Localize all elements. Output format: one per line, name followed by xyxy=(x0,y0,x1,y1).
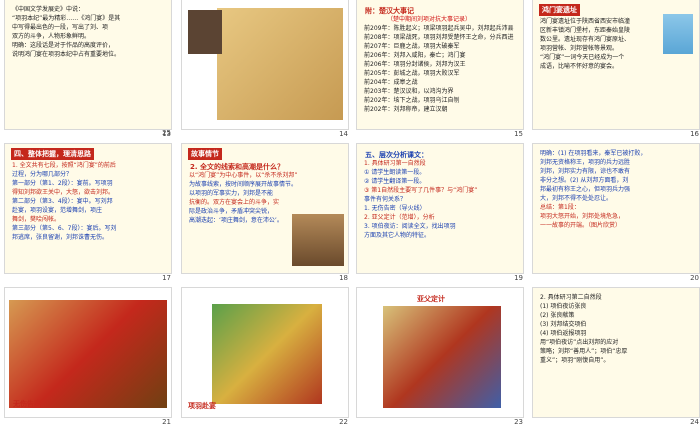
slide-thumbnail[interactable]: 项羽赴宴 xyxy=(182,288,348,417)
text-line: 前206年：项羽分封诸侯，刘邦为汉王 xyxy=(364,61,466,68)
text-line: 以“鸿门宴”为中心事件，以“杀不杀刘邦” xyxy=(189,172,298,179)
text-line: 事件有何关系？ xyxy=(364,196,407,203)
text-line: 前202年：刘邦称帝，建立汉朝 xyxy=(364,106,448,113)
text-line: 第一部分（第1、2段）：宴前。写项羽 xyxy=(12,180,113,187)
slide-thumbnail[interactable]: 《中国文学发展史》中说： “项羽本纪”最为精彩……《鸿门宴》是其 中写得最出色的一段… xyxy=(5,0,171,129)
text-line: 前203年：楚汉议和，以鸿沟为界 xyxy=(364,88,454,95)
slide-thumbnail[interactable]: 鸿门宴遗址 鸿门宴遗址位于陕西省西安市临潼 区新丰镇鸿门堡村，东距秦始皇陵 数公里。遗… xyxy=(533,0,699,129)
text-line: 策略；刘邦“善用人”；项伯“忠厚 xyxy=(540,348,628,355)
slide-thumbnail[interactable]: 无伤告密 xyxy=(5,288,171,417)
text-line: 刘邦，刘邦实力有限，谅也不敢有 xyxy=(540,168,631,175)
text-line: (4) 项伯返报项羽 xyxy=(540,330,587,337)
text-line: ③ 第1自然段主要写了几件事？与“鸿门宴” xyxy=(364,187,478,194)
slide-number: 23 xyxy=(514,418,523,426)
text-line: 项羽大怒开始，刘邦处境危急， xyxy=(540,213,625,220)
text-line: 2. 亚父定计（范增），分析 xyxy=(364,214,435,221)
text-line: (3) 刘邦结交项伯 xyxy=(540,321,587,328)
monument-image xyxy=(663,14,693,54)
text-line: 双方的斗争，人物形象鲜明。 xyxy=(12,33,91,40)
slide-thumbnail[interactable]: 四、整体把握，理清思路 1. 全文共有七段，按照“鸿门宴”的前后 过程，分为哪几部分… xyxy=(5,144,171,273)
section-tag: 故事情节 xyxy=(188,148,222,160)
slide-number: 16 xyxy=(690,130,699,138)
text-line: 说明鸿门宴在项羽本纪中占有重要地位。 xyxy=(12,51,121,58)
text-line: 前202年：垓下之战，项羽乌江自刎 xyxy=(364,97,460,104)
slide-number: 22 xyxy=(339,418,348,426)
text-line: 赴宴，项羽设宴，范增舞剑，项庄 xyxy=(12,207,103,214)
slide-thumbnail[interactable] xyxy=(182,0,348,129)
text-line: 用“项伯夜访”点出刘邦的应对 xyxy=(540,339,619,346)
slide-thumbnail[interactable]: 2. 具体研习第二自然段 (1) 项伯夜访张良 (2) 张良献策 (3) 刘邦结… xyxy=(533,288,699,417)
slide-number: 14 xyxy=(339,130,348,138)
slide-number: 15 xyxy=(514,130,523,138)
slide-number: 20 xyxy=(690,274,699,282)
text-line: 明确：(1) 在项羽看来，秦军已被打败， xyxy=(540,150,647,157)
slide-number: 19 xyxy=(514,274,523,282)
text-line: 得知刘邦欲王关中，大怒，欲击刘邦。 xyxy=(12,189,115,196)
text-line: “鸿门宴”一词今天已经成为一个 xyxy=(540,54,625,61)
text-line: 前205年：彭城之战，项羽大败汉军 xyxy=(364,70,460,77)
text-line: 1. 具体研习第一自然段 xyxy=(364,160,426,167)
slide-title: 五、层次分析课文： xyxy=(365,151,428,159)
soldiers-image xyxy=(292,214,344,266)
slide-number: 21 xyxy=(162,418,171,426)
text-line: 第三部分（第5、6、7段）：宴后。写刘 xyxy=(12,225,117,232)
slide-number: 18 xyxy=(339,274,348,282)
image-caption: 亚父定计 xyxy=(417,295,445,303)
story-illustration xyxy=(9,300,167,408)
text-line: 前204年：成皋之战 xyxy=(364,79,418,86)
text-line: 前207年：巨鹿之战，项羽大破秦军 xyxy=(364,43,460,50)
text-line: 中写得最出色的一段，写出了刘、项 xyxy=(12,24,109,31)
text-line: 3. 项伯夜访：阅读全文，找出项羽 xyxy=(364,223,456,230)
text-line: “项羽本纪”最为精彩……《鸿门宴》是其 xyxy=(12,15,121,22)
text-line: 方面及其它人物的特征。 xyxy=(364,232,431,239)
portrait-image xyxy=(188,10,222,54)
text-line: 前208年：项梁战死，项羽刘邦受楚怀王之命，分兵西进 xyxy=(364,34,514,41)
text-line: 抗衡的。双方在宴会上的斗争，实 xyxy=(189,199,280,206)
text-line: ① 请学生朗读第一段。 xyxy=(364,169,426,176)
text-line: 前209年：陈胜起义；项梁项羽起兵吴中，刘邦起兵沛县 xyxy=(364,25,514,32)
section-tag: 鸿门宴遗址 xyxy=(539,4,580,16)
text-line: 一一故事的开端。（图片欣赏） xyxy=(540,222,622,229)
text-line: 明确：这段话是对于作品的高度评价， xyxy=(12,42,115,49)
slide-title: 附：楚汉大事记 xyxy=(365,7,414,15)
slide-thumbnail[interactable]: 附：楚汉大事记 （楚中期间刘项对抗大事记录） 前209年：陈胜起义；项梁项羽起兵吴中… xyxy=(357,0,523,129)
text-line: 成语，比喻不怀好意的宴会。 xyxy=(540,63,619,70)
slide-subtitle: （楚中期间刘项对抗大事记录） xyxy=(387,16,472,23)
text-line: 邦逃席，张良留谢，刘邦诛曹无伤。 xyxy=(12,234,109,241)
text-line: (1) 项伯夜访张良 xyxy=(540,303,587,310)
text-line: 过程，分为哪几部分？ xyxy=(12,171,73,178)
slide-thumbnail[interactable]: 五、层次分析课文： 1. 具体研习第一自然段 ① 请学生朗读第一段。 ② 请学生翻… xyxy=(357,144,523,273)
slide-number: 25 xyxy=(162,129,171,137)
image-caption: 项羽赴宴 xyxy=(188,402,216,410)
text-line: 第二部分（第3、4段）：宴中。写刘邦 xyxy=(12,198,113,205)
map-image xyxy=(217,8,343,120)
image-caption: 无伤告密 xyxy=(13,400,41,408)
story-illustration xyxy=(212,304,322,404)
section-tag: 四、整体把握，理清思路 xyxy=(11,148,94,160)
text-line: 2. 具体研习第二自然段 xyxy=(540,294,602,301)
text-line: 邦最初有称王之心，但项羽兵力强 xyxy=(540,186,631,193)
slide-number: 17 xyxy=(162,274,171,282)
text-line: 1. 无伤告密（导火线） xyxy=(364,205,426,212)
slide-thumbnail[interactable]: 明确：(1) 在项羽看来，秦军已被打败， 刘邦无资格称王，项羽的兵力远胜 刘邦，刘邦… xyxy=(533,144,699,273)
text-line: 重义”；项羽“刚愎自用”。 xyxy=(540,357,610,364)
text-line: 刘邦无资格称王，项羽的兵力远胜 xyxy=(540,159,631,166)
slide-thumbnail[interactable]: 故事情节 2. 全文的线索和高潮是什么？ 以“鸿门宴”为中心事件，以“杀不杀刘邦” 为… xyxy=(182,144,348,273)
text-line: 《中国文学发展史》中说： xyxy=(12,6,85,13)
text-line: 1. 全文共有七段，按照“鸿门宴”的前后 xyxy=(12,162,116,169)
slide-thumbnail[interactable]: 亚父定计 xyxy=(357,288,523,417)
text-line: 总结：第1段： xyxy=(540,204,580,211)
text-line: 前206年：刘邦入咸阳，秦亡；鸿门宴 xyxy=(364,52,466,59)
story-illustration xyxy=(383,306,501,408)
text-line: 大，刘邦不得不处处忍让。 xyxy=(540,195,613,202)
text-line: (2) 张良献策 xyxy=(540,312,575,319)
text-line: 非分之想。(2) 从刘邦方面看，刘 xyxy=(540,177,629,184)
slide-number: 24 xyxy=(690,418,699,426)
text-line: 以项羽的军事实力，刘邦是不能 xyxy=(189,190,274,197)
text-line: 为故事线索，按时间顺序展开故事情节。 xyxy=(189,181,298,188)
text-line: 舞剑，樊哙闯帐。 xyxy=(12,216,61,223)
slide-title: 2. 全文的线索和高潮是什么？ xyxy=(190,163,284,171)
text-line: ② 请学生翻译第一段。 xyxy=(364,178,426,185)
